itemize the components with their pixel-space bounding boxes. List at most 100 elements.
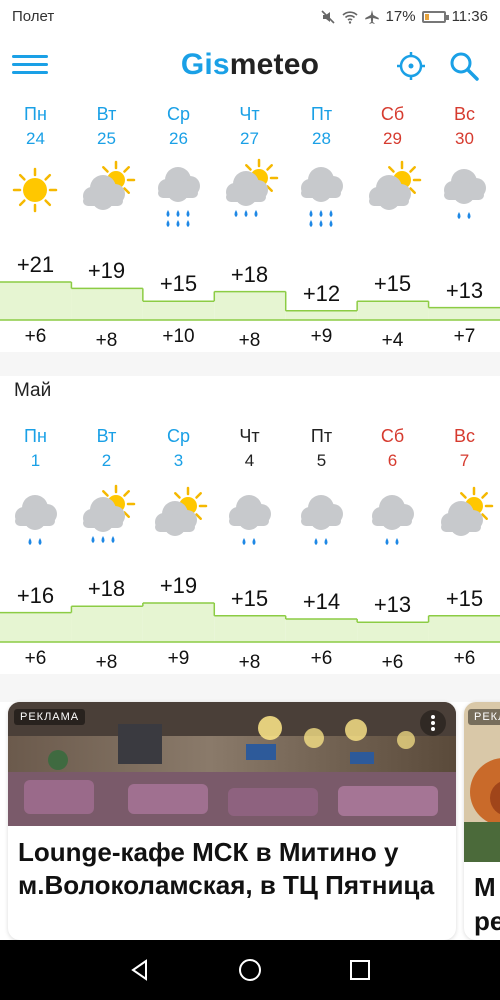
- day-name: Сб: [380, 426, 405, 446]
- wifi-icon: [341, 10, 358, 24]
- search-icon: [450, 52, 479, 81]
- temperature-max: +18: [230, 261, 269, 287]
- app-bar: Gismeteo: [0, 34, 500, 99]
- day-number: 4: [244, 451, 255, 470]
- day-header[interactable]: Пн 1: [0, 426, 71, 471]
- sun-icon: [0, 156, 71, 232]
- day-name: Пн: [24, 104, 47, 124]
- day-header[interactable]: Чт 27: [214, 104, 285, 149]
- day-header[interactable]: Чт 4: [214, 426, 285, 471]
- day-number: 1: [30, 451, 41, 470]
- sun-rain-icon: [71, 482, 142, 558]
- ad-image: [464, 702, 500, 862]
- day-name: Вт: [96, 104, 117, 124]
- ad-title: Lounge-кафе МСК в Митино у м.Волоколамск…: [18, 837, 435, 900]
- light-rain-icon: [429, 156, 500, 232]
- temperature-band-segment: [142, 603, 215, 642]
- day-number: 25: [97, 129, 116, 148]
- day-name: Ср: [166, 104, 190, 124]
- day-header[interactable]: Вс 7: [429, 426, 500, 471]
- day-name: Ср: [166, 426, 190, 446]
- temperature-min: +9: [167, 648, 190, 669]
- day-header[interactable]: Пн 24: [0, 104, 71, 149]
- day-name: Чт: [239, 426, 260, 446]
- battery-percent: 17%: [385, 8, 416, 25]
- light-rain-icon: [357, 482, 428, 558]
- temperature-band-segment: [285, 310, 358, 320]
- temperature-max: +15: [373, 271, 412, 297]
- recents-button[interactable]: [346, 956, 374, 984]
- day-name: Пт: [310, 426, 333, 446]
- carrier-label: Полет: [12, 8, 55, 25]
- day-header[interactable]: Вт 2: [71, 426, 142, 471]
- temperature-max: +18: [87, 576, 126, 602]
- partly-cloudy-icon: [71, 156, 142, 232]
- day-header[interactable]: Вс 30: [429, 104, 500, 149]
- temperature-max: +15: [159, 271, 198, 297]
- temperature-max: +13: [373, 592, 412, 618]
- forecast-week-2: Пн 1 +16 +6 Вт 2 +18 +8 Ср 3 +19 +9 Чт 4 +15 +8 Пт 5 +14 +6…: [0, 410, 500, 674]
- ad-card[interactable]: РЕКЛ Мре: [464, 702, 500, 940]
- temperature-band-segment: [428, 615, 500, 642]
- day-header[interactable]: Вт 25: [71, 104, 142, 149]
- clock: 11:36: [451, 8, 488, 25]
- temperature-band-segment: [214, 291, 286, 320]
- home-icon: [239, 959, 261, 981]
- day-header[interactable]: Пт 5: [286, 426, 357, 471]
- airplane-icon: [364, 9, 379, 24]
- temperature-band-segment: [357, 622, 429, 642]
- recents-icon: [350, 960, 370, 980]
- day-number: 27: [240, 129, 259, 148]
- day-name: Вс: [453, 104, 475, 124]
- temperature-band-segment: [428, 307, 500, 320]
- temperature-max: +19: [87, 258, 126, 284]
- day-header[interactable]: Сб 6: [357, 426, 428, 471]
- ad-label: РЕКЛАМА: [14, 709, 86, 725]
- back-icon: [131, 959, 147, 981]
- ad-menu-button[interactable]: [420, 710, 446, 736]
- temperature-band-segment: [71, 288, 143, 320]
- section-separator: [0, 674, 500, 702]
- forecast-week-1: Пн 24 +21 +6 Вт 25 +19 +8 Ср 26 +15 +10 Чт 27 +18 +8 Пт 2…: [0, 98, 500, 352]
- temperature-max: +16: [16, 582, 55, 608]
- temperature-max: +19: [159, 573, 198, 598]
- temperature-min: +10: [162, 326, 195, 347]
- back-button[interactable]: [126, 956, 154, 984]
- ad-title: Мре: [474, 872, 500, 936]
- status-bar: Полет 17% 11:36: [0, 0, 500, 34]
- light-rain-icon: [286, 482, 357, 558]
- day-name: Чт: [239, 104, 260, 124]
- partly-cloudy-icon: [143, 482, 214, 558]
- day-header[interactable]: Ср 26: [143, 104, 214, 149]
- crosshair-icon: [397, 52, 425, 80]
- location-button[interactable]: [393, 48, 429, 84]
- temperature-band-segment: [71, 606, 143, 642]
- battery-icon: [421, 10, 449, 23]
- mute-icon: [320, 9, 335, 24]
- rain-icon: [143, 156, 214, 232]
- day-header[interactable]: Ср 3: [143, 426, 214, 471]
- ad-card[interactable]: РЕКЛАМА Lounge-кафе МСК в Митино у м.Вол…: [8, 702, 456, 940]
- day-header[interactable]: Пт 28: [286, 104, 357, 149]
- temperature-band-segment: [357, 301, 429, 320]
- light-rain-icon: [214, 482, 285, 558]
- day-number: 24: [26, 129, 45, 148]
- day-name: Пн: [24, 426, 47, 446]
- temperature-max: +15: [445, 585, 484, 611]
- temperature-min: +6: [24, 326, 47, 347]
- day-name: Сб: [380, 104, 405, 124]
- temperature-min: +6: [453, 648, 476, 669]
- section-separator: [0, 352, 500, 376]
- day-number: 26: [169, 129, 188, 148]
- partly-cloudy-icon: [429, 482, 500, 558]
- rain-icon: [286, 156, 357, 232]
- day-number: 5: [316, 451, 327, 470]
- search-button[interactable]: [446, 48, 482, 84]
- temperature-max: +14: [302, 589, 341, 614]
- day-name: Вт: [96, 426, 117, 446]
- temperature-max: +21: [16, 252, 55, 277]
- day-header[interactable]: Сб 29: [357, 104, 428, 149]
- day-name: Вс: [453, 426, 475, 446]
- light-rain-icon: [0, 482, 71, 558]
- home-button[interactable]: [236, 956, 264, 984]
